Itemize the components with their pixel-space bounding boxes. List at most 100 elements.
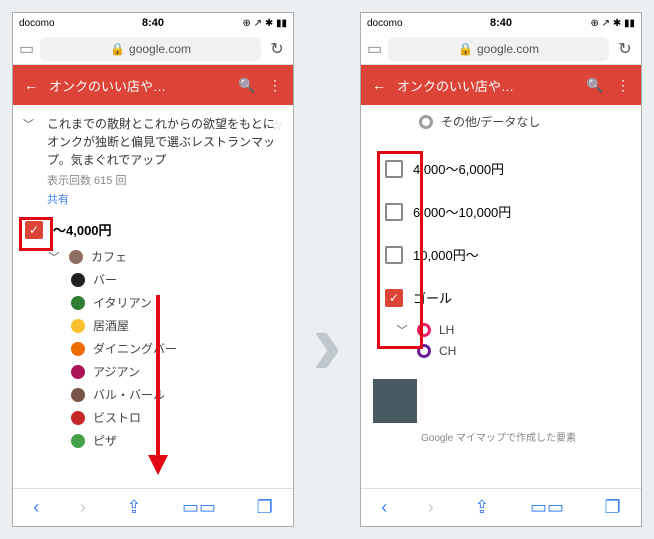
category-icon [71, 342, 85, 356]
category-row[interactable]: バー [13, 268, 293, 291]
back-button[interactable]: ← [369, 77, 389, 93]
browser-toolbar: ▭ 🔒 google.com ↻ [361, 33, 641, 65]
chevron-down-icon[interactable]: ﹀ [47, 249, 61, 265]
url-text: google.com [129, 42, 191, 56]
status-icons: ⊕ ↗ ✱ ▮▮ [591, 18, 635, 29]
page-title: オンクのいい店や… [397, 76, 577, 95]
category-icon [71, 296, 85, 310]
lock-icon: 🔒 [458, 42, 473, 56]
app-bar: ← オンクのいい店や… 🔍 ⋮ [13, 65, 293, 105]
safari-toolbar: ‹ › ⇪ ▭▭ ❐ [361, 488, 641, 526]
status-bar: docomo 8:40 ⊕ ↗ ✱ ▮▮ [13, 13, 293, 33]
safari-toolbar: ‹ › ⇪ ▭▭ ❐ [13, 488, 293, 526]
option-label: 10,000円～ [413, 245, 479, 264]
back-button[interactable]: ← [21, 77, 41, 93]
app-bar: ← オンクのいい店や… 🔍 ⋮ [361, 65, 641, 105]
more-icon[interactable]: ⋮ [613, 77, 633, 94]
category-row[interactable]: ピザ [13, 429, 293, 452]
ring-icon-lh [417, 323, 431, 337]
reload-button[interactable]: ↻ [615, 39, 635, 59]
tabs-button-bottom[interactable]: ❐ [605, 497, 621, 518]
map-description: ﹀ ☆ これまでの散財とこれからの欲望をもとにオンクが独断と偏見で選ぶレストラン… [13, 105, 293, 214]
star-icon[interactable]: ☆ [270, 115, 283, 136]
desc-text: これまでの散財とこれからの欲望をもとにオンクが独断と偏見で選ぶレストランマップ。… [47, 117, 275, 167]
tabs-button[interactable]: ▭ [19, 39, 34, 59]
category-row[interactable]: アジアン [13, 360, 293, 383]
category-icon [71, 319, 85, 333]
chevron-down-icon[interactable]: ﹀ [395, 322, 409, 338]
price-option-row[interactable]: 4,000～6,000円 [361, 147, 641, 190]
checkbox[interactable] [385, 203, 403, 221]
bookmarks-button[interactable]: ▭▭ [182, 497, 216, 518]
status-icons: ⊕ ↗ ✱ ▮▮ [243, 18, 287, 29]
category-label: ビストロ [93, 409, 141, 426]
share-button[interactable]: ⇪ [474, 497, 489, 518]
phone-right: docomo 8:40 ⊕ ↗ ✱ ▮▮ ▭ 🔒 google.com ↻ ← … [360, 12, 642, 527]
category-icon [71, 273, 85, 287]
option-label: 4,000～6,000円 [413, 159, 504, 178]
category-row[interactable]: イタリアン [13, 291, 293, 314]
category-label: ピザ [93, 432, 117, 449]
nav-forward: › [80, 497, 86, 518]
category-label: 居酒屋 [93, 317, 129, 334]
price-option-row[interactable]: 10,000円～ [361, 233, 641, 276]
map-thumbnail[interactable] [373, 379, 417, 423]
url-text: google.com [477, 42, 539, 56]
category-label: アジアン [93, 363, 140, 380]
checkbox[interactable]: ✓ [385, 289, 403, 307]
category-row[interactable]: ビストロ [13, 406, 293, 429]
category-row[interactable]: ダイニングバー [13, 337, 293, 360]
category-row[interactable]: ﹀ カフェ [13, 245, 293, 268]
page-title: オンクのいい店や… [49, 76, 229, 95]
category-other[interactable]: その他/データなし [361, 105, 641, 133]
ring-icon-ch [417, 344, 431, 358]
category-label: バー [93, 271, 117, 288]
address-bar[interactable]: 🔒 google.com [40, 37, 261, 61]
collapse-icon[interactable]: ﹀ [23, 117, 34, 134]
option-label: ゴール [413, 288, 452, 307]
transition-arrow-icon: › [312, 293, 342, 396]
category-label: ダイニングバー [93, 340, 177, 357]
category-icon [69, 250, 83, 264]
share-link[interactable]: 共有 [47, 192, 69, 209]
ring-icon-grey [419, 115, 433, 129]
category-icon [71, 411, 85, 425]
sub-group: ﹀ LH [361, 319, 641, 341]
bookmarks-button[interactable]: ▭▭ [530, 497, 564, 518]
category-row[interactable]: バル・バール [13, 383, 293, 406]
tabs-button-bottom[interactable]: ❐ [257, 497, 273, 518]
address-bar[interactable]: 🔒 google.com [388, 37, 609, 61]
more-icon[interactable]: ⋮ [265, 77, 285, 94]
status-bar: docomo 8:40 ⊕ ↗ ✱ ▮▮ [361, 13, 641, 33]
category-icon [71, 434, 85, 448]
lock-icon: 🔒 [110, 42, 125, 56]
category-icon [71, 365, 85, 379]
clock: 8:40 [490, 17, 512, 29]
checkbox[interactable] [385, 246, 403, 264]
sub-ch-label: CH [439, 344, 456, 358]
content-left: ﹀ ☆ これまでの散財とこれからの欲望をもとにオンクが独断と偏見で選ぶレストラン… [13, 105, 293, 488]
share-button[interactable]: ⇪ [126, 497, 141, 518]
category-row[interactable]: 居酒屋 [13, 314, 293, 337]
nav-back[interactable]: ‹ [381, 497, 387, 518]
sub-ch[interactable]: CH [361, 341, 641, 361]
price-option-row[interactable]: 6,000～10,000円 [361, 190, 641, 233]
category-label: カフェ [91, 248, 127, 265]
carrier-label: docomo [367, 18, 403, 29]
nav-back[interactable]: ‹ [33, 497, 39, 518]
price-section-row[interactable]: ✓ ～4,000円 [13, 214, 293, 245]
checkbox[interactable] [385, 160, 403, 178]
search-icon[interactable]: 🔍 [585, 77, 605, 94]
price-section-label: ～4,000円 [53, 220, 112, 239]
price-option-row[interactable]: ✓ ゴール [361, 276, 641, 319]
category-label: イタリアン [93, 294, 152, 311]
checkbox-price-1[interactable]: ✓ [25, 221, 43, 239]
nav-forward: › [428, 497, 434, 518]
tabs-button[interactable]: ▭ [367, 39, 382, 59]
mymaps-footer: Google マイマップで作成した要素 [361, 423, 641, 452]
category-icon [71, 388, 85, 402]
carrier-label: docomo [19, 18, 55, 29]
reload-button[interactable]: ↻ [267, 39, 287, 59]
search-icon[interactable]: 🔍 [237, 77, 257, 94]
other-label: その他/データなし [441, 113, 540, 130]
